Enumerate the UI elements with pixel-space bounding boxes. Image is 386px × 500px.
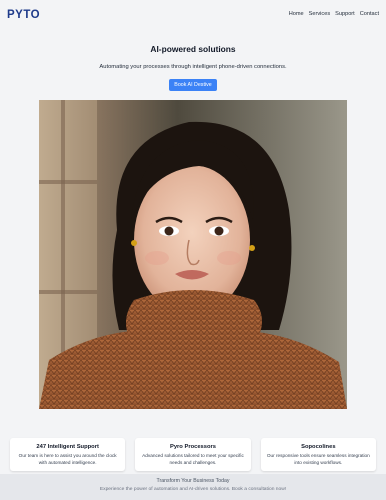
card-title: Sopocolines xyxy=(301,444,336,450)
card-text: Advanced solutions tailored to meet your… xyxy=(142,453,244,465)
hero-section: AI-powered solutions Automating your pro… xyxy=(0,44,386,91)
footer-title: Transform Your Business Today xyxy=(156,478,230,484)
logo[interactable]: PYTO xyxy=(7,9,40,21)
main-nav: Home Services Support Contact xyxy=(289,11,379,17)
card-text: Our team is here to assist you around th… xyxy=(18,453,117,465)
nav-support[interactable]: Support xyxy=(335,11,355,17)
site-header: PYTO Home Services Support Contact xyxy=(0,0,386,28)
hero-title: AI-powered solutions xyxy=(150,44,236,54)
hero-subtitle: Automating your processes through intell… xyxy=(99,64,287,70)
card-title: 247 Intelligent Support xyxy=(36,444,99,450)
feature-card-support: 247 Intelligent Support Our team is here… xyxy=(10,438,126,471)
site-footer: Transform Your Business Today Experience… xyxy=(0,474,386,500)
card-text: Our responsive tools ensure seamless int… xyxy=(266,453,370,465)
footer-text: Experience the power of automation and A… xyxy=(99,487,287,492)
feature-cards: 247 Intelligent Support Our team is here… xyxy=(10,438,376,471)
nav-home[interactable]: Home xyxy=(289,11,304,17)
nav-contact[interactable]: Contact xyxy=(360,11,379,17)
book-cta-button[interactable]: Book AI Destive xyxy=(169,79,217,91)
feature-card-sopocolines: Sopocolines Our responsive tools ensure … xyxy=(260,438,376,471)
portrait-illustration xyxy=(39,100,347,409)
nav-services[interactable]: Services xyxy=(309,11,330,17)
card-title: Pyro Processors xyxy=(169,444,217,450)
feature-card-processors: Pyro Processors Advanced solutions tailo… xyxy=(135,438,251,471)
hero-portrait-image xyxy=(39,100,347,409)
